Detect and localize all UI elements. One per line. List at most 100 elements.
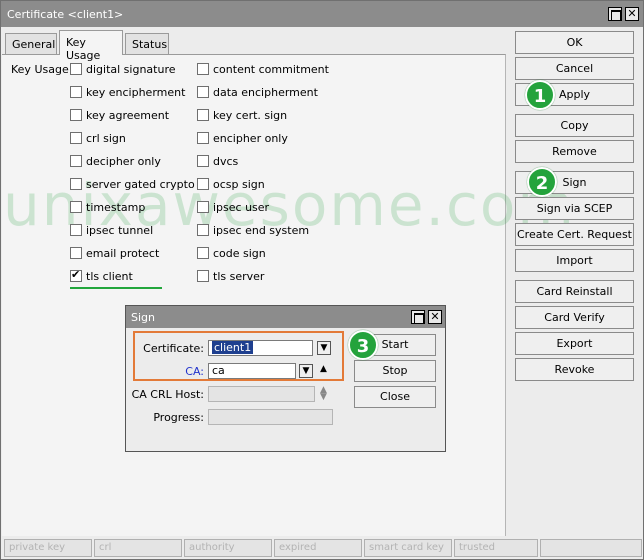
checkbox-box[interactable] — [197, 224, 209, 236]
remove-button[interactable]: Remove — [515, 140, 634, 163]
checkbox-code-sign[interactable]: code sign — [197, 245, 266, 261]
checkbox-box[interactable] — [197, 109, 209, 121]
checkbox-label: crl sign — [86, 131, 126, 145]
checkbox-box[interactable] — [197, 201, 209, 213]
checkbox-label: timestamp — [86, 200, 146, 214]
checkbox-box[interactable] — [197, 247, 209, 259]
checkbox-label: tls server — [213, 269, 265, 283]
checkbox-tls-server[interactable]: tls server — [197, 268, 264, 284]
checkbox-server-gated-crypto[interactable]: server gated crypto — [70, 176, 195, 192]
step-badge-1: 1 — [525, 80, 555, 110]
progress-field — [208, 409, 333, 425]
checkbox-key-encipherment[interactable]: key encipherment — [70, 84, 185, 100]
revoke-button[interactable]: Revoke — [515, 358, 634, 381]
key-usage-label: Key Usage: — [11, 63, 73, 76]
maximize-icon[interactable] — [608, 7, 622, 21]
ca-crl-host-input[interactable] — [208, 386, 315, 402]
checkbox-decipher-only[interactable]: decipher only — [70, 153, 161, 169]
checkbox-box[interactable] — [197, 86, 209, 98]
sign-dialog-title: Sign — [131, 311, 155, 324]
checkbox-email-protect[interactable]: email protect — [70, 245, 159, 261]
status-empty — [540, 539, 642, 557]
checkbox-timestamp[interactable]: timestamp — [70, 199, 145, 215]
status-crl: crl — [94, 539, 182, 557]
step-badge-3: 3 — [348, 330, 378, 360]
checkbox-crl-sign[interactable]: crl sign — [70, 130, 126, 146]
cancel-button[interactable]: Cancel — [515, 57, 634, 80]
checkbox-ipsec-end-system[interactable]: ipsec end system — [197, 222, 309, 238]
maximize-icon[interactable] — [411, 310, 425, 324]
checkbox-dvcs[interactable]: dvcs — [197, 153, 238, 169]
checkbox-label: ipsec end system — [213, 223, 310, 237]
key-usage-panel — [2, 54, 506, 536]
ok-button[interactable]: OK — [515, 31, 634, 54]
checkbox-box-checked[interactable] — [70, 268, 82, 282]
checkbox-encipher-only[interactable]: encipher only — [197, 130, 288, 146]
stop-button[interactable]: Stop — [354, 360, 436, 382]
checkbox-box[interactable] — [197, 155, 209, 167]
status-expired: expired — [274, 539, 362, 557]
sign-dialog-titlebar[interactable]: Sign ✕ — [126, 306, 445, 328]
status-private-key: private key — [4, 539, 92, 557]
checkbox-ipsec-tunnel[interactable]: ipsec tunnel — [70, 222, 153, 238]
create-cert-request-button[interactable]: Create Cert. Request — [515, 223, 634, 246]
highlight-box — [133, 331, 344, 381]
sign-via-scep-button[interactable]: Sign via SCEP — [515, 197, 634, 220]
checkbox-box[interactable] — [197, 178, 209, 190]
copy-button[interactable]: Copy — [515, 114, 634, 137]
checkbox-box[interactable] — [70, 63, 82, 75]
checkbox-key-cert-sign[interactable]: key cert. sign — [197, 107, 287, 123]
checkbox-label: digital signature — [86, 62, 176, 76]
card-reinstall-button[interactable]: Card Reinstall — [515, 280, 634, 303]
checkbox-box[interactable] — [70, 109, 82, 121]
checkbox-data-encipherment[interactable]: data encipherment — [197, 84, 318, 100]
checkbox-box[interactable] — [70, 247, 82, 259]
tls-client-highlight-underline — [70, 287, 162, 289]
status-smart-card-key: smart card key — [364, 539, 452, 557]
card-verify-button[interactable]: Card Verify — [515, 306, 634, 329]
checkbox-label: decipher only — [86, 154, 161, 168]
close-icon[interactable]: ✕ — [428, 310, 442, 324]
checkbox-label: dvcs — [213, 154, 239, 168]
ca-crl-host-updown-icon[interactable]: ▲ ▼ — [320, 386, 327, 402]
import-button[interactable]: Import — [515, 249, 634, 272]
checkbox-label: email protect — [86, 246, 160, 260]
checkbox-box[interactable] — [197, 132, 209, 144]
checkbox-label: key agreement — [86, 108, 170, 122]
step-badge-2: 2 — [527, 167, 557, 197]
tab-general[interactable]: General — [5, 33, 57, 54]
checkbox-label: data encipherment — [213, 85, 318, 99]
checkbox-content-commitment[interactable]: content commitment — [197, 61, 329, 77]
checkbox-ocsp-sign[interactable]: ocsp sign — [197, 176, 265, 192]
checkbox-label: server gated crypto — [86, 177, 195, 191]
checkbox-box[interactable] — [70, 224, 82, 236]
checkbox-key-agreement[interactable]: key agreement — [70, 107, 169, 123]
checkbox-box[interactable] — [70, 155, 82, 167]
checkbox-label: key cert. sign — [213, 108, 288, 122]
window-titlebar[interactable]: Certificate <client1> ✕ — [1, 1, 643, 27]
checkbox-label: tls client — [86, 269, 133, 283]
checkbox-label: ipsec user — [213, 200, 270, 214]
tab-status[interactable]: Status — [125, 33, 169, 54]
progress-label: Progress: — [153, 411, 204, 424]
checkbox-box[interactable] — [70, 201, 82, 213]
checkbox-box[interactable] — [197, 63, 209, 75]
checkbox-label: code sign — [213, 246, 266, 260]
checkbox-label: encipher only — [213, 131, 288, 145]
status-authority: authority — [184, 539, 272, 557]
checkbox-ipsec-user[interactable]: ipsec user — [197, 199, 269, 215]
checkbox-box[interactable] — [70, 132, 82, 144]
checkbox-label: key encipherment — [86, 85, 186, 99]
close-icon[interactable]: ✕ — [625, 7, 639, 21]
status-trusted: trusted — [454, 539, 538, 557]
close-button[interactable]: Close — [354, 386, 436, 408]
export-button[interactable]: Export — [515, 332, 634, 355]
ca-crl-host-label: CA CRL Host: — [131, 388, 204, 401]
checkbox-box[interactable] — [197, 270, 209, 282]
status-bar: private key crl authority expired smart … — [2, 537, 644, 559]
tab-key-usage[interactable]: Key Usage — [59, 30, 123, 62]
checkbox-box[interactable] — [70, 86, 82, 98]
checkbox-digital-signature[interactable]: digital signature — [70, 61, 176, 77]
checkbox-tls-client[interactable]: tls client — [70, 268, 133, 284]
checkbox-box[interactable] — [70, 178, 82, 190]
